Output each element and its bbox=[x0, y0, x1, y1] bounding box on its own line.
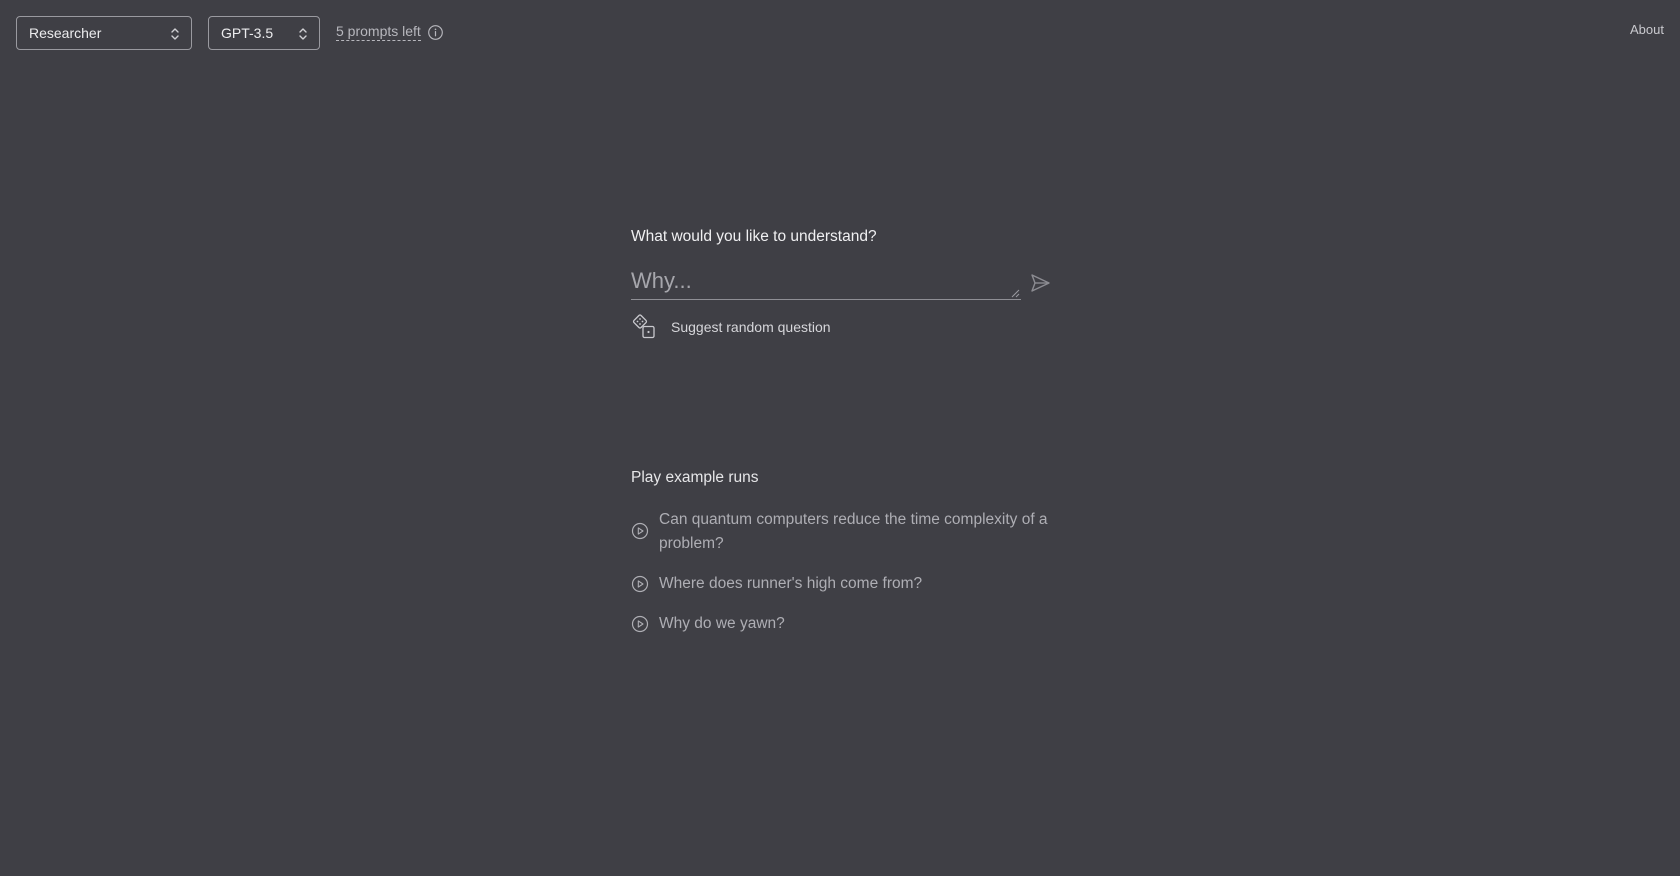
chevron-up-down-icon bbox=[299, 28, 307, 40]
examples-title: Play example runs bbox=[631, 469, 759, 486]
info-icon[interactable] bbox=[427, 24, 444, 41]
play-circle-icon bbox=[631, 575, 649, 593]
chevron-up-down-icon bbox=[171, 28, 179, 40]
resize-grip-icon[interactable] bbox=[1011, 289, 1020, 298]
question-input-wrapper bbox=[631, 264, 1021, 300]
suggest-random-question-label: Suggest random question bbox=[671, 319, 831, 335]
example-runs-list: Can quantum computers reduce the time co… bbox=[631, 508, 1051, 652]
prompts-left-label[interactable]: 5 prompts left bbox=[336, 23, 421, 41]
prompts-left: 5 prompts left bbox=[336, 23, 444, 41]
suggest-random-question-button[interactable]: Suggest random question bbox=[631, 314, 831, 340]
role-select[interactable]: Researcher bbox=[16, 16, 192, 50]
about-link[interactable]: About bbox=[1630, 22, 1664, 37]
example-run-text: Why do we yawn? bbox=[659, 615, 785, 632]
example-run-item[interactable]: Why do we yawn? bbox=[631, 612, 1051, 636]
question-label: What would you like to understand? bbox=[631, 228, 877, 245]
example-run-item[interactable]: Where does runner's high come from? bbox=[631, 572, 1051, 596]
dice-icon bbox=[632, 314, 655, 339]
top-bar: Researcher GPT-3.5 5 prompts left About bbox=[0, 0, 1680, 66]
example-run-text: Where does runner's high come from? bbox=[659, 575, 923, 592]
example-run-item[interactable]: Can quantum computers reduce the time co… bbox=[631, 508, 1051, 556]
model-select-value: GPT-3.5 bbox=[221, 25, 274, 41]
example-run-text: Can quantum computers reduce the time co… bbox=[659, 511, 1048, 552]
question-input[interactable] bbox=[631, 264, 1021, 299]
role-select-value: Researcher bbox=[29, 25, 102, 41]
model-select[interactable]: GPT-3.5 bbox=[208, 16, 320, 50]
play-circle-icon bbox=[631, 615, 649, 633]
send-icon[interactable] bbox=[1029, 272, 1051, 294]
play-circle-icon bbox=[631, 522, 649, 540]
